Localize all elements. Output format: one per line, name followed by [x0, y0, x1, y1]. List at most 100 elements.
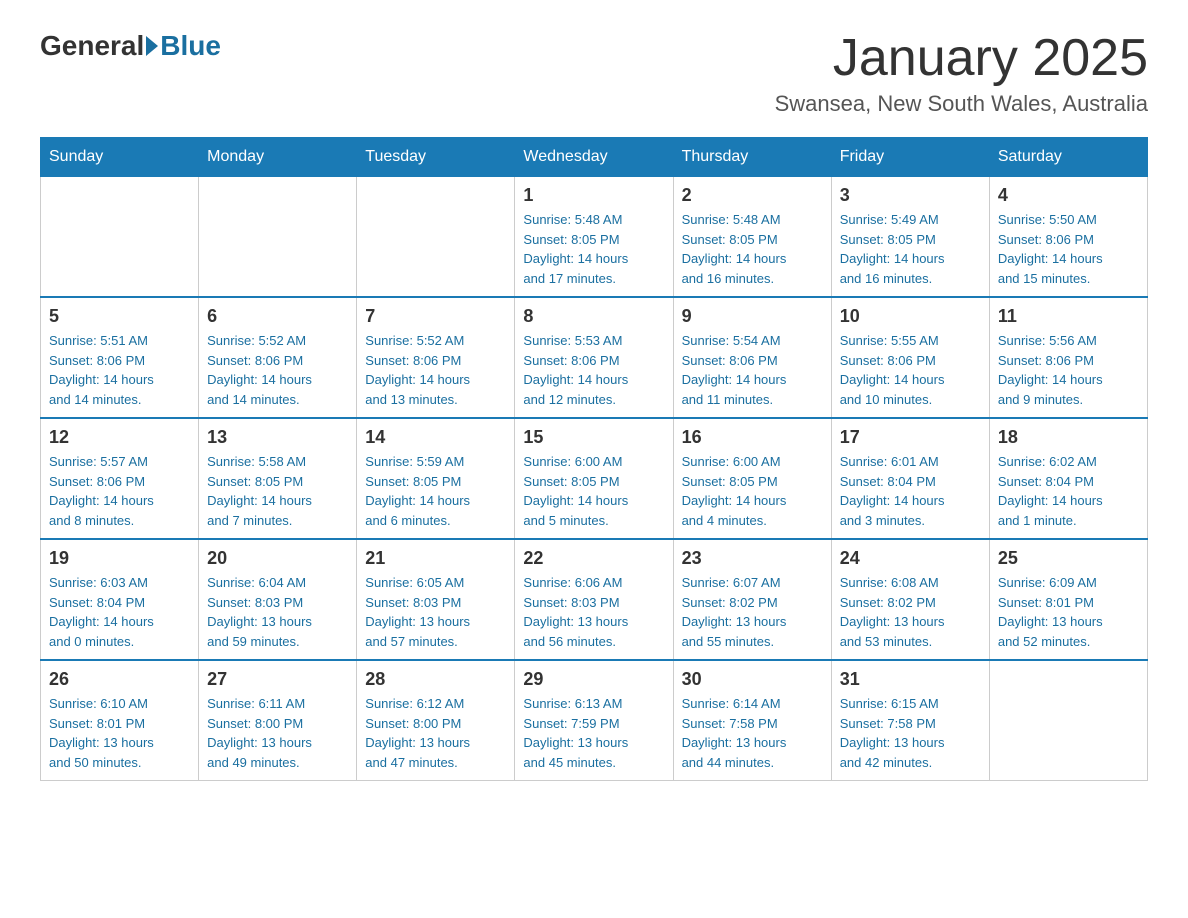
day-number: 29: [523, 669, 664, 690]
day-info: Sunrise: 5:58 AM Sunset: 8:05 PM Dayligh…: [207, 452, 348, 530]
day-number: 2: [682, 185, 823, 206]
calendar-table: SundayMondayTuesdayWednesdayThursdayFrid…: [40, 137, 1148, 781]
day-number: 24: [840, 548, 981, 569]
day-info: Sunrise: 5:54 AM Sunset: 8:06 PM Dayligh…: [682, 331, 823, 409]
day-number: 16: [682, 427, 823, 448]
calendar-cell: 1 Sunrise: 5:48 AM Sunset: 8:05 PM Daylig…: [515, 177, 673, 298]
day-info: Sunrise: 5:49 AM Sunset: 8:05 PM Dayligh…: [840, 210, 981, 288]
day-number: 20: [207, 548, 348, 569]
calendar-cell: 24Sunrise: 6:08 AM Sunset: 8:02 PM Dayli…: [831, 539, 989, 660]
day-info: Sunrise: 5:59 AM Sunset: 8:05 PM Dayligh…: [365, 452, 506, 530]
calendar-cell: 3 Sunrise: 5:49 AM Sunset: 8:05 PM Daylig…: [831, 177, 989, 298]
day-number: 19: [49, 548, 190, 569]
day-of-week-saturday: Saturday: [989, 138, 1147, 177]
day-of-week-thursday: Thursday: [673, 138, 831, 177]
day-info: Sunrise: 6:10 AM Sunset: 8:01 PM Dayligh…: [49, 694, 190, 772]
day-info: Sunrise: 5:53 AM Sunset: 8:06 PM Dayligh…: [523, 331, 664, 409]
calendar-cell: 25Sunrise: 6:09 AM Sunset: 8:01 PM Dayli…: [989, 539, 1147, 660]
calendar-week-row: 26 Sunrise: 6:10 AM Sunset: 8:01 PM Dayli…: [41, 660, 1148, 781]
calendar-cell: 9 Sunrise: 5:54 AM Sunset: 8:06 PM Daylig…: [673, 297, 831, 418]
title-block: January 2025 Swansea, New South Wales, A…: [775, 30, 1148, 117]
day-of-week-tuesday: Tuesday: [357, 138, 515, 177]
day-number: 7: [365, 306, 506, 327]
day-info: Sunrise: 6:04 AM Sunset: 8:03 PM Dayligh…: [207, 573, 348, 651]
day-info: Sunrise: 5:55 AM Sunset: 8:06 PM Dayligh…: [840, 331, 981, 409]
calendar-week-row: 19 Sunrise: 6:03 AM Sunset: 8:04 PM Dayli…: [41, 539, 1148, 660]
calendar-week-row: 12 Sunrise: 5:57 AM Sunset: 8:06 PM Dayli…: [41, 418, 1148, 539]
calendar-cell: 18Sunrise: 6:02 AM Sunset: 8:04 PM Dayli…: [989, 418, 1147, 539]
calendar-cell: 29 Sunrise: 6:13 AM Sunset: 7:59 PM Dayli…: [515, 660, 673, 781]
page-header: General Blue January 2025 Swansea, New S…: [40, 30, 1148, 117]
day-of-week-sunday: Sunday: [41, 138, 199, 177]
calendar-cell: 7 Sunrise: 5:52 AM Sunset: 8:06 PM Daylig…: [357, 297, 515, 418]
logo-general-text: General: [40, 30, 144, 62]
day-of-week-monday: Monday: [199, 138, 357, 177]
day-number: 23: [682, 548, 823, 569]
day-number: 1: [523, 185, 664, 206]
day-number: 13: [207, 427, 348, 448]
day-info: Sunrise: 6:15 AM Sunset: 7:58 PM Dayligh…: [840, 694, 981, 772]
day-number: 30: [682, 669, 823, 690]
day-info: Sunrise: 6:11 AM Sunset: 8:00 PM Dayligh…: [207, 694, 348, 772]
day-info: Sunrise: 5:52 AM Sunset: 8:06 PM Dayligh…: [365, 331, 506, 409]
logo-blue-text: Blue: [160, 30, 221, 62]
calendar-cell: [357, 177, 515, 298]
day-info: Sunrise: 5:50 AM Sunset: 8:06 PM Dayligh…: [998, 210, 1139, 288]
calendar-cell: 12 Sunrise: 5:57 AM Sunset: 8:06 PM Dayli…: [41, 418, 199, 539]
day-number: 10: [840, 306, 981, 327]
calendar-cell: 11Sunrise: 5:56 AM Sunset: 8:06 PM Dayli…: [989, 297, 1147, 418]
calendar-cell: 14 Sunrise: 5:59 AM Sunset: 8:05 PM Dayli…: [357, 418, 515, 539]
day-info: Sunrise: 6:09 AM Sunset: 8:01 PM Dayligh…: [998, 573, 1139, 651]
day-number: 26: [49, 669, 190, 690]
day-number: 31: [840, 669, 981, 690]
day-info: Sunrise: 6:02 AM Sunset: 8:04 PM Dayligh…: [998, 452, 1139, 530]
day-info: Sunrise: 6:14 AM Sunset: 7:58 PM Dayligh…: [682, 694, 823, 772]
day-info: Sunrise: 6:00 AM Sunset: 8:05 PM Dayligh…: [682, 452, 823, 530]
calendar-cell: 5 Sunrise: 5:51 AM Sunset: 8:06 PM Daylig…: [41, 297, 199, 418]
day-info: Sunrise: 6:03 AM Sunset: 8:04 PM Dayligh…: [49, 573, 190, 651]
day-info: Sunrise: 5:48 AM Sunset: 8:05 PM Dayligh…: [523, 210, 664, 288]
day-info: Sunrise: 5:51 AM Sunset: 8:06 PM Dayligh…: [49, 331, 190, 409]
day-info: Sunrise: 5:52 AM Sunset: 8:06 PM Dayligh…: [207, 331, 348, 409]
day-info: Sunrise: 6:06 AM Sunset: 8:03 PM Dayligh…: [523, 573, 664, 651]
logo-arrow-icon: [146, 36, 158, 56]
calendar-cell: [41, 177, 199, 298]
day-info: Sunrise: 6:07 AM Sunset: 8:02 PM Dayligh…: [682, 573, 823, 651]
calendar-header-row: SundayMondayTuesdayWednesdayThursdayFrid…: [41, 138, 1148, 177]
calendar-week-row: 1 Sunrise: 5:48 AM Sunset: 8:05 PM Daylig…: [41, 177, 1148, 298]
day-number: 9: [682, 306, 823, 327]
day-number: 12: [49, 427, 190, 448]
calendar-week-row: 5 Sunrise: 5:51 AM Sunset: 8:06 PM Daylig…: [41, 297, 1148, 418]
calendar-cell: 2Sunrise: 5:48 AM Sunset: 8:05 PM Daylig…: [673, 177, 831, 298]
day-number: 5: [49, 306, 190, 327]
day-number: 14: [365, 427, 506, 448]
day-number: 17: [840, 427, 981, 448]
calendar-cell: 22 Sunrise: 6:06 AM Sunset: 8:03 PM Dayli…: [515, 539, 673, 660]
calendar-cell: 10 Sunrise: 5:55 AM Sunset: 8:06 PM Dayli…: [831, 297, 989, 418]
calendar-cell: 17 Sunrise: 6:01 AM Sunset: 8:04 PM Dayli…: [831, 418, 989, 539]
calendar-cell: 27 Sunrise: 6:11 AM Sunset: 8:00 PM Dayli…: [199, 660, 357, 781]
calendar-cell: 26 Sunrise: 6:10 AM Sunset: 8:01 PM Dayli…: [41, 660, 199, 781]
calendar-cell: 21Sunrise: 6:05 AM Sunset: 8:03 PM Dayli…: [357, 539, 515, 660]
calendar-cell: 6 Sunrise: 5:52 AM Sunset: 8:06 PM Daylig…: [199, 297, 357, 418]
day-number: 6: [207, 306, 348, 327]
day-number: 22: [523, 548, 664, 569]
calendar-cell: 8Sunrise: 5:53 AM Sunset: 8:06 PM Daylig…: [515, 297, 673, 418]
day-number: 27: [207, 669, 348, 690]
day-info: Sunrise: 6:12 AM Sunset: 8:00 PM Dayligh…: [365, 694, 506, 772]
day-info: Sunrise: 6:13 AM Sunset: 7:59 PM Dayligh…: [523, 694, 664, 772]
calendar-cell: 4Sunrise: 5:50 AM Sunset: 8:06 PM Daylig…: [989, 177, 1147, 298]
calendar-cell: 20 Sunrise: 6:04 AM Sunset: 8:03 PM Dayli…: [199, 539, 357, 660]
day-info: Sunrise: 5:57 AM Sunset: 8:06 PM Dayligh…: [49, 452, 190, 530]
calendar-cell: 23 Sunrise: 6:07 AM Sunset: 8:02 PM Dayli…: [673, 539, 831, 660]
location-title: Swansea, New South Wales, Australia: [775, 91, 1148, 117]
day-number: 28: [365, 669, 506, 690]
day-number: 21: [365, 548, 506, 569]
day-number: 3: [840, 185, 981, 206]
calendar-cell: 15Sunrise: 6:00 AM Sunset: 8:05 PM Dayli…: [515, 418, 673, 539]
day-number: 15: [523, 427, 664, 448]
day-info: Sunrise: 6:01 AM Sunset: 8:04 PM Dayligh…: [840, 452, 981, 530]
calendar-cell: 28 Sunrise: 6:12 AM Sunset: 8:00 PM Dayli…: [357, 660, 515, 781]
day-of-week-wednesday: Wednesday: [515, 138, 673, 177]
calendar-cell: 19 Sunrise: 6:03 AM Sunset: 8:04 PM Dayli…: [41, 539, 199, 660]
